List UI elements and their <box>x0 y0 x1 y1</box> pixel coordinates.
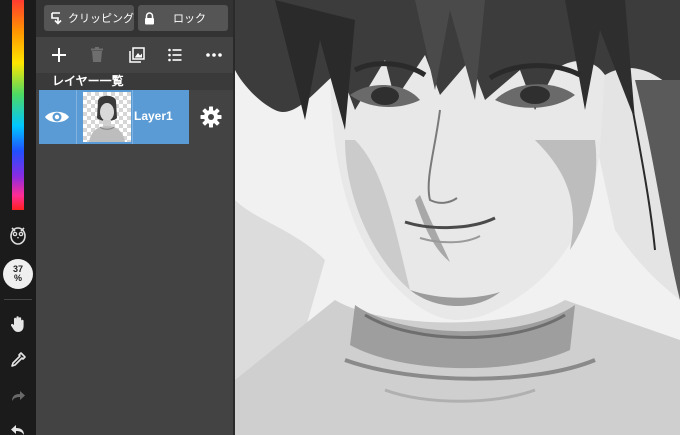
layer-toolbar <box>36 37 234 73</box>
layer-name: Layer1 <box>134 109 173 123</box>
color-slider[interactable] <box>12 0 24 210</box>
redo-icon[interactable] <box>8 386 28 406</box>
clipping-label: クリッピング <box>68 12 134 25</box>
tool-strip: 37 % <box>0 0 36 435</box>
drawing-canvas[interactable] <box>235 0 680 435</box>
add-layer-icon[interactable] <box>49 45 69 65</box>
layer-settings-button[interactable] <box>189 90 233 144</box>
clipping-button[interactable]: クリッピング <box>44 5 134 31</box>
trash-icon[interactable] <box>87 45 107 65</box>
layer-row-divider <box>76 90 77 144</box>
artwork <box>235 0 680 435</box>
zoom-badge[interactable]: 37 % <box>3 259 33 289</box>
hand-icon[interactable] <box>8 314 28 334</box>
lock-icon <box>145 11 154 24</box>
layer-row-divider <box>132 90 133 144</box>
undo-icon[interactable] <box>8 420 28 435</box>
duplicate-layer-icon[interactable] <box>127 45 147 65</box>
layer-thumbnail <box>83 92 131 142</box>
panel-top-bar: クリッピング ロック <box>36 0 234 37</box>
layers-panel: クリッピング ロック レイヤー一覧 Layer1 <box>36 0 234 435</box>
owl-icon[interactable] <box>8 225 28 245</box>
lock-button[interactable]: ロック <box>138 5 228 31</box>
clipping-icon <box>51 11 62 25</box>
list-icon[interactable] <box>165 45 185 65</box>
more-icon[interactable] <box>204 45 224 65</box>
layer-row-layer1[interactable]: Layer1 <box>39 90 189 144</box>
eyedropper-icon[interactable] <box>8 350 28 370</box>
panel-title: レイヤー一覧 <box>52 74 124 88</box>
strip-divider <box>4 299 32 300</box>
lock-label: ロック <box>173 12 206 25</box>
gear-icon <box>200 106 222 128</box>
zoom-unit: % <box>13 273 22 283</box>
eye-icon[interactable] <box>43 105 71 129</box>
